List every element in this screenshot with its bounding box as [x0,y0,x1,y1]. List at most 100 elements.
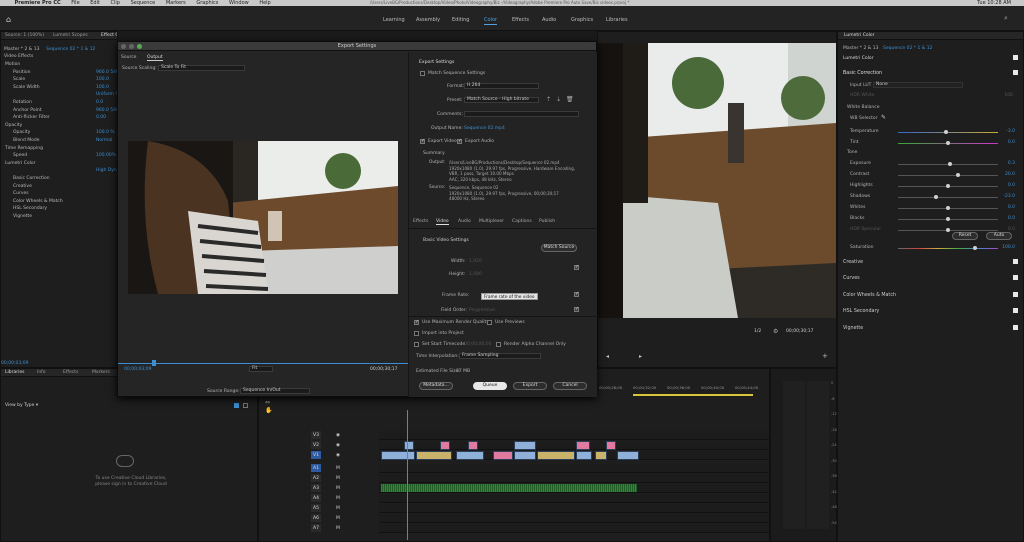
mute-icon[interactable]: M [336,494,340,503]
workspace-color[interactable]: Color [484,17,498,25]
effect-row[interactable]: Vignette [1,214,117,220]
program-fraction[interactable]: 1/2 [754,329,761,334]
save-preset-icon[interactable]: ⇡ [546,96,551,103]
timeline-clip[interactable] [576,441,590,450]
effect-row[interactable]: Color Wheels & Match [1,199,117,205]
match-source-button[interactable]: Match Source [541,244,577,252]
track-label[interactable]: A3 [311,484,321,492]
slider-value[interactable]: 0.0 [1008,140,1015,145]
timeline-clip[interactable] [514,441,536,450]
lumetri-section-header[interactable]: HSL Secondary [843,309,879,314]
settings-tab[interactable]: Audio [458,219,471,224]
effect-row[interactable]: Scale 100.0 [1,77,117,83]
timeline-clip[interactable] [493,451,513,460]
timeline-clip[interactable] [576,451,592,460]
height-value[interactable]: 1,080 [469,272,482,277]
hand-tool-icon[interactable]: ✋ [265,407,272,415]
effect-row[interactable]: Opacity 100.0 % [1,130,117,136]
lumetri-sequence[interactable]: Sequence 02 * 1 & 12 [883,46,932,51]
use-previews-checkbox[interactable] [487,320,492,325]
eye-icon[interactable]: ◉ [336,451,340,460]
workspace-effects[interactable]: Effects [512,17,529,23]
effect-row[interactable]: Motion [1,62,117,68]
effect-row-value[interactable]: 100.0 % [96,130,115,136]
effect-row-value[interactable]: 0.0 [96,100,103,106]
cancel-button[interactable]: Cancel [553,382,587,390]
export-video-checkbox[interactable] [420,138,425,144]
tab-info[interactable]: Info [37,369,46,376]
zoom-fit-dropdown[interactable]: Fit [249,366,273,372]
width-match-checkbox[interactable] [574,264,579,270]
white-balance-header[interactable]: White Balance [847,105,879,110]
track-header[interactable]: A7 M [284,524,379,533]
comments-field[interactable] [464,111,579,117]
effect-row-value[interactable]: 100.00% [96,153,116,159]
track-header[interactable]: V2 ◉ [284,441,379,450]
track-label[interactable]: A4 [311,494,321,502]
mute-icon[interactable]: M [336,514,340,523]
tone-slider[interactable] [898,141,998,145]
mute-icon[interactable]: M [336,504,340,513]
basic-correction-checkbox[interactable] [1013,70,1018,75]
settings-tab[interactable]: Video [436,219,449,225]
mute-icon[interactable]: M [336,474,340,483]
timeline-clip[interactable] [468,441,478,450]
track-label[interactable]: A7 [311,524,321,532]
preview-scrub-bar[interactable] [118,363,408,364]
tone-slider[interactable] [898,217,998,221]
tone-slider[interactable] [898,184,998,188]
search-icon[interactable]: ⌕ [1004,14,1008,23]
preset-dropdown[interactable]: Match Source - High bitrate [464,97,539,103]
settings-tab[interactable]: Captions [512,219,532,224]
sequence-clip-label[interactable]: Sequence 02 * 1 & 12 [46,47,95,53]
slider-value[interactable]: 0.0 [1008,205,1015,210]
tab-libraries[interactable]: Libraries [5,369,24,376]
effect-row[interactable]: Speed 100.00% [1,153,117,159]
effect-row-value[interactable]: 100.0 [96,85,109,91]
export-audio-checkbox[interactable] [457,138,462,144]
settings-tab[interactable]: Publish [539,219,555,224]
slider-value[interactable]: 0.0 [1008,216,1015,221]
wrench-icon[interactable]: ⚙ [773,328,778,335]
lumetri-section-header[interactable]: Creative [843,260,863,265]
effect-row[interactable]: Position 960.0 540.0 [1,70,123,76]
mute-icon[interactable]: M [336,484,340,493]
effect-row-value[interactable]: Normal [96,138,112,144]
lumetri-section-checkbox[interactable] [1013,325,1018,330]
settings-tab[interactable]: Multiplexer [479,219,504,224]
lumetri-section-checkbox[interactable] [1013,275,1018,280]
timeline-clip[interactable] [595,451,607,460]
playhead[interactable] [407,410,408,540]
tab-export-output[interactable]: Output [147,55,163,61]
saturation-slider[interactable] [898,246,998,250]
audio-waveform[interactable] [381,484,637,492]
workspace-editing[interactable]: Editing [452,17,469,23]
output-name-link[interactable]: Sequence 02.mp4 [464,126,505,131]
preview-playhead[interactable] [152,360,156,366]
eyedropper-icon[interactable]: ✎ [881,114,886,121]
track-header[interactable]: V3 ◉ [284,431,379,440]
timeline-clip[interactable] [514,451,536,460]
basic-correction-header[interactable]: Basic Correction [843,71,882,76]
timeline-clip[interactable] [381,451,415,460]
view-by-dropdown[interactable]: View by Type ▾ [5,403,38,408]
lumetri-enable-checkbox[interactable] [1013,55,1018,60]
tab-effects[interactable]: Effects [63,369,78,376]
effect-row[interactable]: Time Remapping [1,146,117,152]
workspace-learning[interactable]: Learning [383,17,405,23]
reset-button[interactable]: Reset [952,232,978,240]
eye-icon[interactable]: ◉ [336,431,340,440]
timeline-clip[interactable] [456,451,484,460]
lumetri-section-header[interactable]: Color Wheels & Match [843,293,896,298]
effect-row[interactable]: Creative [1,184,117,190]
effect-row[interactable]: Lumetri Color [1,161,117,167]
export-button[interactable]: Export [513,382,547,390]
slider-knob[interactable] [946,184,950,188]
ripple-tool-icon[interactable]: ⇔ [265,399,272,407]
transport-controls[interactable]: ◂▸ [606,353,831,360]
input-lut-dropdown[interactable]: None [873,82,963,88]
slider-value[interactable]: 0.3 [1008,161,1015,166]
minimize-window-icon[interactable] [129,44,134,49]
width-value[interactable]: 1,920 [469,259,482,264]
frame-rate-match-checkbox[interactable] [574,291,579,297]
